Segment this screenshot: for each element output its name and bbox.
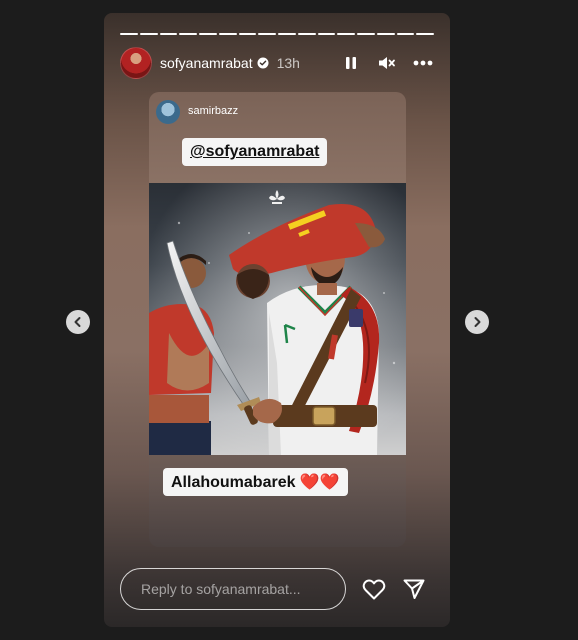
post-time: 13h [276,55,300,71]
fleur-de-lis-icon [269,190,285,204]
mute-icon [379,57,395,69]
avatar[interactable] [120,47,152,79]
mute-button[interactable] [376,52,398,74]
pause-button[interactable] [340,52,362,74]
reposted-story[interactable]: samirbazz @sofyanamrabat Allahoumabarek … [149,92,406,547]
next-story-button[interactable] [465,310,489,334]
like-button[interactable] [360,575,388,603]
progress-segment [317,33,336,35]
story-controls [340,52,434,74]
progress-segment [297,33,316,35]
story-viewer: sofyanamrabat 13h samirbazz @sofyanamrab… [0,0,578,640]
progress-bar [120,33,434,35]
username[interactable]: sofyanamrabat [160,55,253,71]
progress-segment [159,33,178,35]
progress-segment [120,33,138,35]
story-photo [149,183,406,455]
progress-segment [416,33,434,35]
reply-input[interactable] [120,568,346,610]
progress-segment [376,33,395,35]
chevron-left-icon [74,317,81,327]
text-sticker[interactable]: Allahoumabarek ❤️❤️ [163,468,348,496]
progress-segment [278,33,296,35]
progress-segment [396,33,415,35]
pause-icon [346,57,356,69]
previous-story-button[interactable] [66,310,90,334]
progress-segment [139,33,158,35]
heart-icon [362,579,386,600]
progress-segment [337,33,355,35]
progress-segment [199,33,217,35]
progress-segment [258,33,276,35]
send-icon [403,579,425,599]
photo-illustration [149,183,406,455]
mention-sticker[interactable]: @sofyanamrabat [182,138,328,166]
more-options-button[interactable] [412,52,434,74]
more-icon [413,60,433,66]
reply-bar [120,568,434,610]
repost-username[interactable]: samirbazz [188,105,238,117]
story-card[interactable]: sofyanamrabat 13h samirbazz @sofyanamrab… [104,13,450,627]
repost-avatar[interactable] [156,100,180,124]
progress-segment [238,33,257,35]
story-header: sofyanamrabat 13h [120,47,434,79]
chevron-right-icon [474,317,481,327]
send-button[interactable] [400,575,428,603]
verified-badge-icon [257,57,269,69]
progress-segment [218,33,237,35]
progress-segment [179,33,197,35]
progress-segment [357,33,375,35]
